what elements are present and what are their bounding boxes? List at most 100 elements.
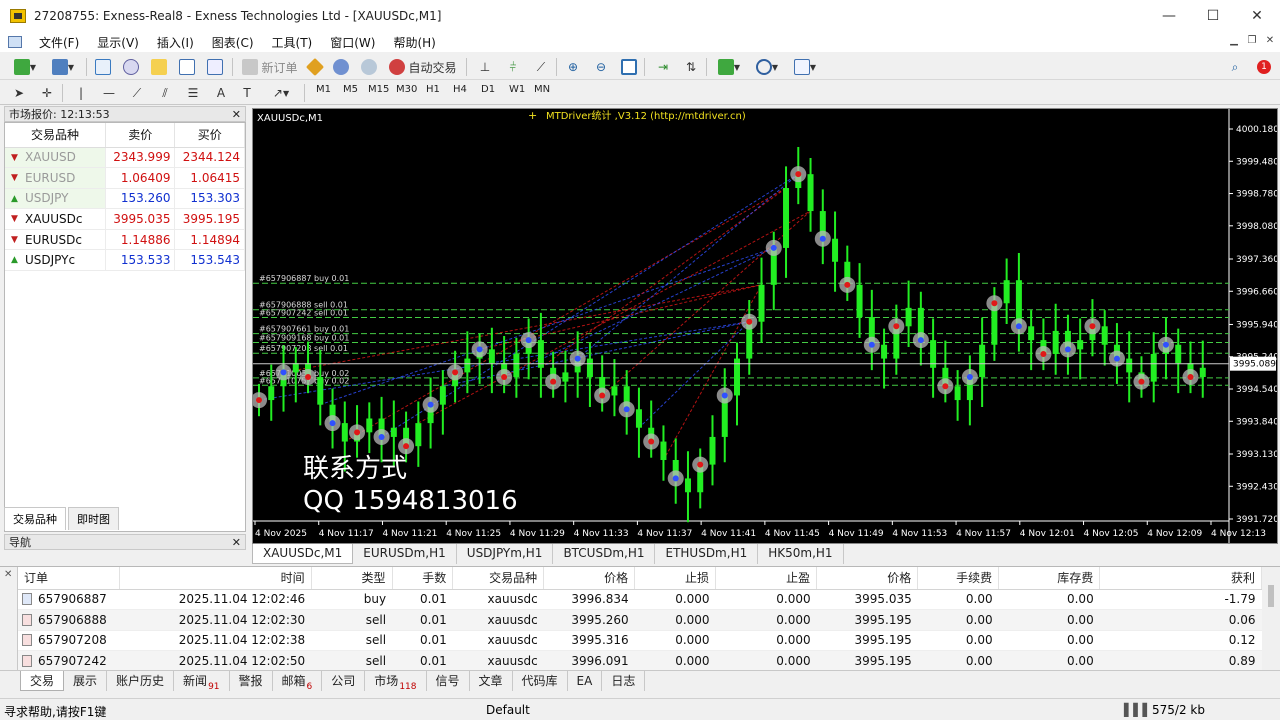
timeframe-h4[interactable]: H4 bbox=[453, 84, 467, 95]
tab-symbols[interactable]: 交易品种 bbox=[4, 507, 66, 530]
close-icon[interactable]: ✕ bbox=[0, 567, 17, 582]
mdi-minimize-icon[interactable]: ▁ bbox=[1226, 35, 1242, 49]
chart-window-icon[interactable] bbox=[8, 36, 22, 48]
market-watch-row[interactable]: ▼ EURUSD 1.06409 1.06415 bbox=[5, 167, 245, 189]
timeframe-mn[interactable]: MN bbox=[534, 84, 550, 95]
market-watch-icon[interactable] bbox=[94, 58, 112, 76]
terminal-tab[interactable]: 日志 bbox=[602, 671, 646, 691]
new-chart-icon[interactable]: ▼ bbox=[10, 58, 40, 76]
column-header[interactable]: 类型 bbox=[311, 567, 393, 590]
menu-insert[interactable]: 插入(I) bbox=[148, 34, 203, 51]
tab-tick-chart[interactable]: 即时图 bbox=[68, 507, 119, 530]
column-header[interactable]: 手数 bbox=[392, 567, 454, 590]
equidistant-channel-icon[interactable]: ⫽ bbox=[158, 84, 172, 102]
chart-tab[interactable]: USDJPYm,H1 bbox=[457, 544, 554, 564]
data-window-icon[interactable] bbox=[122, 58, 140, 76]
crosshair-icon[interactable]: ✛ bbox=[40, 84, 54, 102]
text-label-icon[interactable]: T bbox=[240, 84, 254, 102]
close-icon[interactable]: ✕ bbox=[232, 535, 241, 551]
market-watch-row[interactable]: ▼ XAUUSDc 3995.035 3995.195 bbox=[5, 208, 245, 230]
maximize-button[interactable]: ☐ bbox=[1190, 0, 1236, 32]
column-header-symbol[interactable]: 交易品种 bbox=[5, 123, 106, 148]
terminal-tab[interactable]: 警报 bbox=[230, 671, 273, 691]
column-header[interactable]: 获利 bbox=[1099, 567, 1262, 590]
order-row[interactable]: 657907208 2025.11.04 12:02:38 sell 0.01 xauu… bbox=[18, 630, 1262, 651]
order-row[interactable]: 657907242 2025.11.04 12:02:50 sell 0.01 xauu… bbox=[18, 650, 1262, 672]
terminal-icon[interactable] bbox=[178, 58, 196, 76]
terminal-tab[interactable]: 代码库 bbox=[513, 671, 568, 691]
column-header[interactable]: 库存费 bbox=[998, 567, 1101, 590]
mdi-restore-icon[interactable]: ❐ bbox=[1244, 35, 1260, 49]
signals-icon[interactable] bbox=[360, 58, 378, 76]
minimize-button[interactable]: — bbox=[1146, 0, 1192, 32]
trend-line-icon[interactable]: ⟋ bbox=[130, 84, 144, 102]
fibonacci-icon[interactable]: ☰ bbox=[186, 84, 200, 102]
periods-icon[interactable]: ▼ bbox=[752, 58, 782, 76]
symbol-cell[interactable]: ▼ XAUUSD bbox=[5, 147, 106, 169]
vertical-scrollbar[interactable] bbox=[1262, 567, 1280, 671]
menu-help[interactable]: 帮助(H) bbox=[384, 34, 444, 51]
order-row[interactable]: 657906888 2025.11.04 12:02:30 sell 0.01 xauu… bbox=[18, 609, 1262, 631]
chart-shift-icon[interactable]: ⇥ bbox=[654, 58, 672, 76]
zoom-in-icon[interactable]: ⊕ bbox=[564, 58, 582, 76]
cursor-icon[interactable]: ➤ bbox=[12, 84, 26, 102]
chart-tab[interactable]: HK50m,H1 bbox=[758, 544, 844, 564]
symbol-cell[interactable]: ▼ EURUSDc bbox=[5, 229, 106, 251]
indicators-icon[interactable]: ▼ bbox=[714, 58, 744, 76]
column-header[interactable]: 价格 bbox=[543, 567, 636, 590]
terminal-tab[interactable]: 展示 bbox=[64, 671, 108, 691]
price-chart[interactable]: 4000.180 3999.480 3998.780 3998.080 3997.360… bbox=[252, 108, 1278, 544]
column-header[interactable]: 手续费 bbox=[917, 567, 1000, 590]
close-button[interactable]: ✕ bbox=[1234, 0, 1280, 32]
market-watch-row[interactable]: ▼ EURUSDc 1.14886 1.14894 bbox=[5, 229, 245, 251]
timeframe-w1[interactable]: W1 bbox=[509, 84, 525, 95]
terminal-tab[interactable]: 账户历史 bbox=[107, 671, 175, 691]
metaeditor-icon[interactable] bbox=[305, 57, 325, 77]
timeframe-m1[interactable]: M1 bbox=[316, 84, 331, 95]
column-header-ask[interactable]: 买价 bbox=[174, 123, 245, 148]
market-watch-row[interactable]: ▲ USDJPYc 153.533 153.543 bbox=[5, 249, 245, 272]
symbol-cell[interactable]: ▲ USDJPYc bbox=[5, 249, 106, 272]
arrows-icon[interactable]: ↗ ▼ bbox=[266, 84, 296, 102]
order-row[interactable]: 657906887 2025.11.04 12:02:46 buy 0.01 xauus… bbox=[18, 589, 1262, 610]
bar-chart-icon[interactable]: ⊥ bbox=[476, 58, 494, 76]
column-header[interactable]: 止损 bbox=[634, 567, 717, 590]
text-icon[interactable]: A bbox=[214, 84, 228, 102]
line-chart-icon[interactable]: ⟋ bbox=[532, 58, 550, 76]
close-icon[interactable]: ✕ bbox=[232, 107, 241, 123]
column-header[interactable]: 订单 bbox=[18, 567, 120, 590]
new-order-button[interactable]: 新订单 bbox=[240, 58, 300, 76]
strategy-tester-icon[interactable] bbox=[206, 58, 224, 76]
market-watch-row[interactable]: ▲ USDJPY 153.260 153.303 bbox=[5, 188, 245, 210]
menu-view[interactable]: 显示(V) bbox=[88, 34, 148, 51]
horizontal-line-icon[interactable]: — bbox=[102, 84, 116, 102]
zoom-out-icon[interactable]: ⊖ bbox=[592, 58, 610, 76]
menu-charts[interactable]: 图表(C) bbox=[203, 34, 263, 51]
symbol-cell[interactable]: ▼ EURUSD bbox=[5, 167, 106, 189]
tile-windows-icon[interactable] bbox=[620, 58, 638, 76]
chart-tab[interactable]: XAUUSDc,M1 bbox=[252, 544, 354, 564]
candlestick-icon[interactable]: ⫩ bbox=[504, 58, 522, 76]
scrollbar-thumb[interactable] bbox=[1268, 585, 1274, 607]
chart-tab[interactable]: ETHUSDm,H1 bbox=[655, 544, 759, 564]
auto-trading-button[interactable]: 自动交易 bbox=[388, 58, 458, 76]
timeframe-m15[interactable]: M15 bbox=[368, 84, 389, 95]
symbol-cell[interactable]: ▲ USDJPY bbox=[5, 188, 106, 210]
timeframe-d1[interactable]: D1 bbox=[481, 84, 495, 95]
chart-tab[interactable]: EURUSDm,H1 bbox=[353, 544, 457, 564]
chart-tab[interactable]: BTCUSDm,H1 bbox=[553, 544, 656, 564]
vertical-line-icon[interactable]: | bbox=[74, 84, 88, 102]
column-header[interactable]: 交易品种 bbox=[452, 567, 545, 590]
terminal-tab[interactable]: 新闻91 bbox=[174, 671, 230, 692]
terminal-tab[interactable]: 交易 bbox=[20, 671, 65, 691]
terminal-tab[interactable]: EA bbox=[568, 671, 603, 691]
mdi-close-icon[interactable]: ✕ bbox=[1262, 35, 1278, 49]
column-header[interactable]: 止盈 bbox=[715, 567, 818, 590]
notifications-icon[interactable]: 1 bbox=[1252, 58, 1276, 76]
experts-icon[interactable] bbox=[332, 58, 350, 76]
column-header[interactable]: 时间 bbox=[119, 567, 312, 590]
timeframe-h1[interactable]: H1 bbox=[426, 84, 440, 95]
column-header[interactable]: 价格 bbox=[816, 567, 919, 590]
search-icon[interactable]: ⌕ bbox=[1226, 58, 1244, 76]
terminal-tab[interactable]: 邮箱6 bbox=[273, 671, 323, 692]
